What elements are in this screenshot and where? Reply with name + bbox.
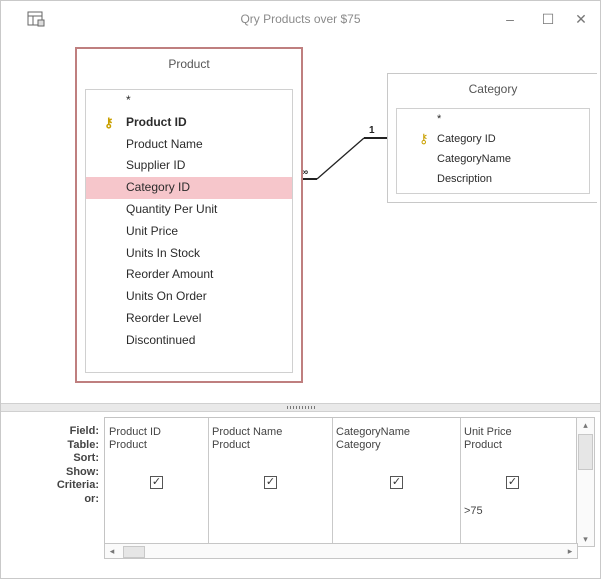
scroll-left-icon[interactable]: ◂ [105,544,119,558]
grid-column-product-name[interactable]: Product Name Product ✓ [208,418,333,546]
row-label-field: Field: [69,425,99,437]
row-label-table: Table: [67,438,99,451]
row-label-sort: Sort: [73,452,99,464]
grid-column-product-id[interactable]: Product ID Product ✓ [105,418,209,546]
field-row[interactable]: Quantity Per Unit [86,199,292,221]
field-row[interactable]: ⚷ Product ID [86,112,292,134]
show-checkbox[interactable]: ✓ [264,476,277,489]
field-row[interactable]: ⚷ Category ID [397,129,589,149]
one-side-label: 1 [369,125,375,136]
product-field-list[interactable]: * ⚷ Product ID Product Name Supplier ID C… [85,89,293,373]
grid-column-category-name[interactable]: CategoryName Category ✓ [332,418,461,546]
close-button[interactable]: ✕ [570,9,592,29]
title-bar[interactable]: Qry Products over $75 – ☐ ✕ [1,1,600,39]
scroll-down-icon[interactable]: ▾ [577,532,594,546]
pane-splitter[interactable] [1,403,600,412]
row-label-or: or: [84,492,99,505]
field-row[interactable]: Units On Order [86,286,292,308]
show-checkbox[interactable]: ✓ [506,476,519,489]
scroll-thumb[interactable] [578,434,593,470]
row-labels: Field: Table: Sort: Show: Criteria: or: [21,425,99,506]
grid-vertical-scrollbar[interactable]: ▴ ▾ [576,417,595,547]
row-label-criteria: Criteria: [56,479,99,491]
field-row[interactable]: * [86,90,292,112]
field-row[interactable]: Description [397,169,589,189]
scroll-right-icon[interactable]: ▸ [563,544,577,558]
maximize-button[interactable]: ☐ [537,9,559,29]
table-cell[interactable]: Category [336,439,458,451]
table-cell[interactable]: Product [212,439,330,451]
query-design-grid[interactable]: Product ID Product ✓ Product Name Produc… [104,417,581,547]
key-icon: ⚷ [104,114,114,130]
criteria-cell[interactable]: >75 [464,505,576,517]
field-row[interactable]: Reorder Amount [86,264,292,286]
field-cell[interactable]: CategoryName [336,426,458,438]
grid-column-unit-price[interactable]: Unit Price Product ✓ >75 [460,418,579,546]
field-row[interactable]: Reorder Level [86,308,292,330]
category-table-title: Category [468,82,518,96]
grid-horizontal-scrollbar[interactable]: ◂ ▸ [104,543,578,559]
query-grid-pane: Field: Table: Sort: Show: Criteria: or: … [1,412,600,578]
field-row[interactable]: * [397,109,589,129]
query-design-window: Qry Products over $75 – ☐ ✕ ∞ 1 Product … [0,0,601,579]
table-cell[interactable]: Product [109,439,206,451]
field-cell[interactable]: Unit Price [464,426,576,438]
minimize-button[interactable]: – [499,9,521,29]
scroll-up-icon[interactable]: ▴ [577,418,594,432]
key-icon: ⚷ [419,131,429,146]
category-table[interactable]: Category * ⚷ Category ID CategoryName Des… [387,73,597,203]
field-cell[interactable]: Product ID [109,426,206,438]
field-row[interactable]: Product Name [86,134,292,156]
field-row[interactable]: Discontinued [86,330,292,352]
query-design-area[interactable]: ∞ 1 Product * ⚷ Product ID Product Name S… [9,39,597,403]
row-label-show: Show: [66,465,99,478]
product-table-title: Product [168,57,210,71]
field-row-selected[interactable]: Category ID [86,177,292,199]
product-table[interactable]: Product * ⚷ Product ID Product Name Suppl… [75,47,303,383]
category-field-list[interactable]: * ⚷ Category ID CategoryName Description [396,108,590,194]
field-row[interactable]: Units In Stock [86,243,292,265]
show-checkbox[interactable]: ✓ [390,476,403,489]
field-row[interactable]: Unit Price [86,221,292,243]
scroll-thumb[interactable] [123,546,145,558]
field-cell[interactable]: Product Name [212,426,330,438]
show-checkbox[interactable]: ✓ [150,476,163,489]
field-row[interactable]: CategoryName [397,149,589,169]
splitter-grip-icon[interactable] [287,406,315,409]
table-cell[interactable]: Product [464,439,576,451]
field-row[interactable]: Supplier ID [86,155,292,177]
